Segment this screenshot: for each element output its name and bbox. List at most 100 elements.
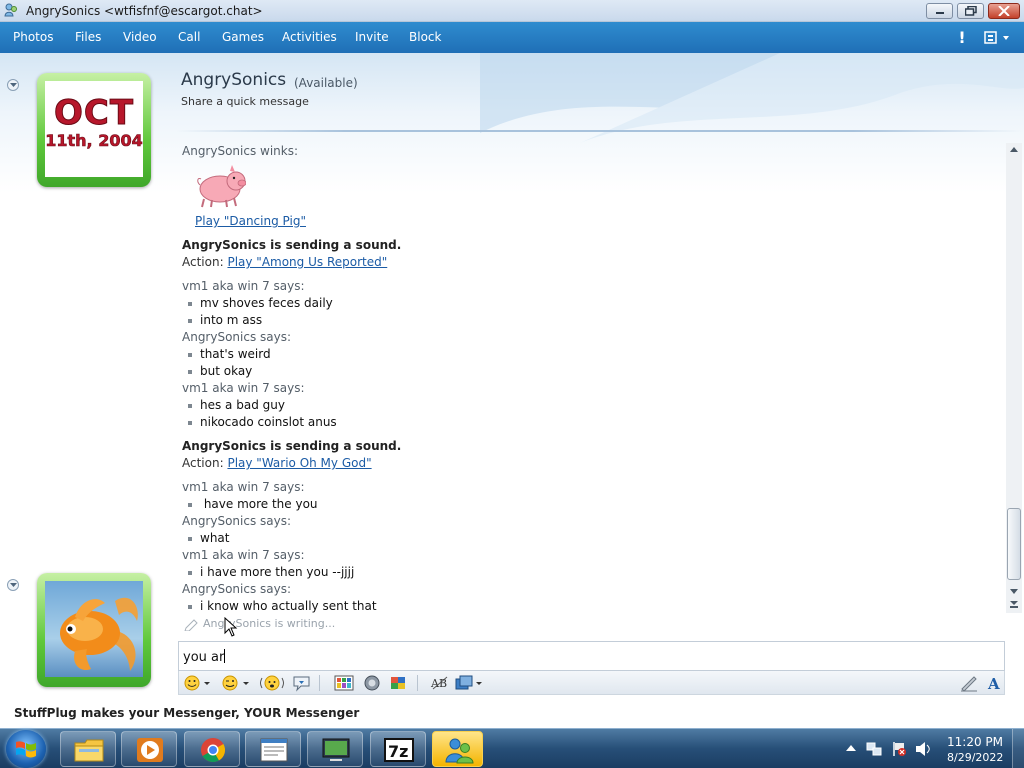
- 7zip-label: 7z: [388, 742, 408, 761]
- taskbar-remote-desktop[interactable]: [307, 731, 363, 767]
- emoticon-button[interactable]: [183, 674, 211, 692]
- ink-handwriting-button[interactable]: AB: [430, 674, 450, 692]
- sounds-button[interactable]: [363, 674, 381, 692]
- media-player-icon: [137, 738, 163, 762]
- menu-invite[interactable]: Invite: [355, 30, 389, 44]
- scroll-thumb[interactable]: [1007, 508, 1021, 580]
- message-text: mv shoves feces daily: [200, 296, 333, 310]
- games-activities-button[interactable]: [389, 674, 409, 692]
- taskbar-explorer[interactable]: [60, 731, 116, 767]
- ad-banner-text[interactable]: StuffPlug makes your Messenger, YOUR Mes…: [14, 706, 359, 720]
- message-text: hes a bad guy: [200, 398, 285, 412]
- message-text: i have more then you --jjjj: [200, 565, 355, 579]
- show-desktop-button[interactable]: [1012, 729, 1024, 768]
- dancing-pig-wink-icon[interactable]: [194, 163, 246, 209]
- taskbar-messenger[interactable]: [432, 731, 483, 767]
- spell-check-icon: AB: [430, 676, 448, 690]
- action-label: Action:: [182, 456, 224, 470]
- sound-action-2: Action: Play "Wario Oh My God": [182, 455, 372, 472]
- start-button[interactable]: [6, 730, 46, 768]
- wink-icon: [222, 675, 249, 691]
- 7zip-icon: 7z: [384, 738, 414, 762]
- taskbar-media-player[interactable]: [121, 731, 177, 767]
- sound-action-1: Action: Play "Among Us Reported": [182, 254, 387, 271]
- collapse-my-pic-button[interactable]: [7, 579, 19, 591]
- maximize-button[interactable]: [957, 3, 984, 19]
- play-among-us-reported-link[interactable]: Play "Among Us Reported": [227, 255, 387, 269]
- collapse-contact-pic-button[interactable]: [7, 79, 19, 91]
- show-hidden-icons-icon[interactable]: [846, 744, 856, 752]
- action-label: Action:: [182, 255, 224, 269]
- explorer-icon: [74, 739, 104, 762]
- voice-clip-button[interactable]: [292, 674, 312, 692]
- clock-date[interactable]: 8/29/2022: [947, 751, 1003, 764]
- conversation-scrollbar[interactable]: [1006, 143, 1022, 613]
- message-sender: vm1 aka win 7 says:: [182, 279, 305, 293]
- bullet: [188, 319, 192, 323]
- menu-files[interactable]: Files: [75, 30, 101, 44]
- scroll-to-end-icon[interactable]: [1010, 601, 1018, 609]
- taskbar-notepad[interactable]: [245, 731, 301, 767]
- message-input[interactable]: you ar: [178, 641, 1005, 671]
- clock-time[interactable]: 11:20 PM: [947, 735, 1003, 749]
- bullet: [188, 302, 192, 306]
- puzzle-icon: [391, 677, 405, 689]
- my-display-picture: [45, 581, 143, 677]
- bullet: [188, 605, 192, 609]
- typing-status: AngrySonics is writing...: [203, 617, 336, 630]
- toolbar-separator: [319, 675, 320, 691]
- message-text: nikocado coinslot anus: [200, 415, 337, 429]
- scroll-down-icon[interactable]: [1010, 589, 1018, 597]
- menu-call[interactable]: Call: [178, 30, 200, 44]
- remote-desktop-icon: [322, 738, 350, 761]
- share-items-button[interactable]: [455, 674, 483, 692]
- options-menu-icon[interactable]: [984, 30, 1012, 46]
- taskbar-chrome[interactable]: [184, 731, 240, 767]
- bullet: [188, 404, 192, 408]
- messenger-buddy-icon: [4, 3, 17, 17]
- message-text: that's weird: [200, 347, 271, 361]
- wink-button[interactable]: [220, 674, 250, 692]
- menu-activities[interactable]: Activities: [282, 30, 337, 44]
- conversation-history: AngrySonics winks: Play "Dancing Pig" An…: [176, 139, 1006, 614]
- play-dancing-pig-link[interactable]: Play "Dancing Pig": [195, 213, 306, 230]
- volume-icon[interactable]: [915, 741, 933, 757]
- title-bar: AngrySonics <wtfisfnf@escargot.chat>: [0, 0, 1024, 22]
- notepad-icon: [260, 738, 288, 762]
- avatar-text-date: 11th, 2004: [45, 131, 143, 151]
- speech-bubble-icon: [293, 676, 310, 692]
- windows-taskbar: 7z 11:20 PM 8/29/2022: [0, 728, 1024, 768]
- message-text: what: [200, 531, 230, 545]
- svg-text:A: A: [987, 675, 1000, 692]
- font-button[interactable]: A: [986, 674, 1004, 692]
- contact-display-picture: OCT 11th, 2004: [45, 81, 143, 177]
- speaker-sound-icon: [364, 675, 380, 691]
- menu-block[interactable]: Block: [409, 30, 441, 44]
- nudge-button[interactable]: [259, 674, 285, 692]
- window-title: AngrySonics <wtfisfnf@escargot.chat>: [26, 4, 263, 18]
- bullet: [188, 537, 192, 541]
- minimize-button[interactable]: [926, 3, 953, 19]
- menu-photos[interactable]: Photos: [13, 30, 53, 44]
- sound-notice-2: AngrySonics is sending a sound.: [182, 439, 402, 453]
- taskbar-7zip[interactable]: 7z: [370, 731, 426, 767]
- background-button[interactable]: [334, 674, 354, 692]
- my-avatar[interactable]: [37, 573, 151, 687]
- wink-header: AngrySonics winks:: [182, 144, 299, 158]
- background-grid-icon: [334, 675, 354, 691]
- menu-video[interactable]: Video: [123, 30, 157, 44]
- bullet: [188, 503, 192, 507]
- scroll-up-icon[interactable]: [1010, 147, 1018, 155]
- network-icon[interactable]: [866, 741, 882, 757]
- alert-icon[interactable]: !: [955, 28, 969, 47]
- contact-avatar[interactable]: OCT 11th, 2004: [37, 73, 151, 187]
- share-folder-icon: [455, 675, 482, 690]
- play-wario-oh-my-god-link[interactable]: Play "Wario Oh My God": [227, 456, 371, 470]
- handwriting-mode-button[interactable]: [959, 674, 979, 692]
- close-button[interactable]: [988, 3, 1020, 19]
- message-sender: vm1 aka win 7 says:: [182, 480, 305, 494]
- smiley-icon: [184, 675, 210, 691]
- menu-games[interactable]: Games: [222, 30, 264, 44]
- action-center-flag-icon[interactable]: [891, 741, 907, 757]
- goldfish-image: [60, 597, 138, 671]
